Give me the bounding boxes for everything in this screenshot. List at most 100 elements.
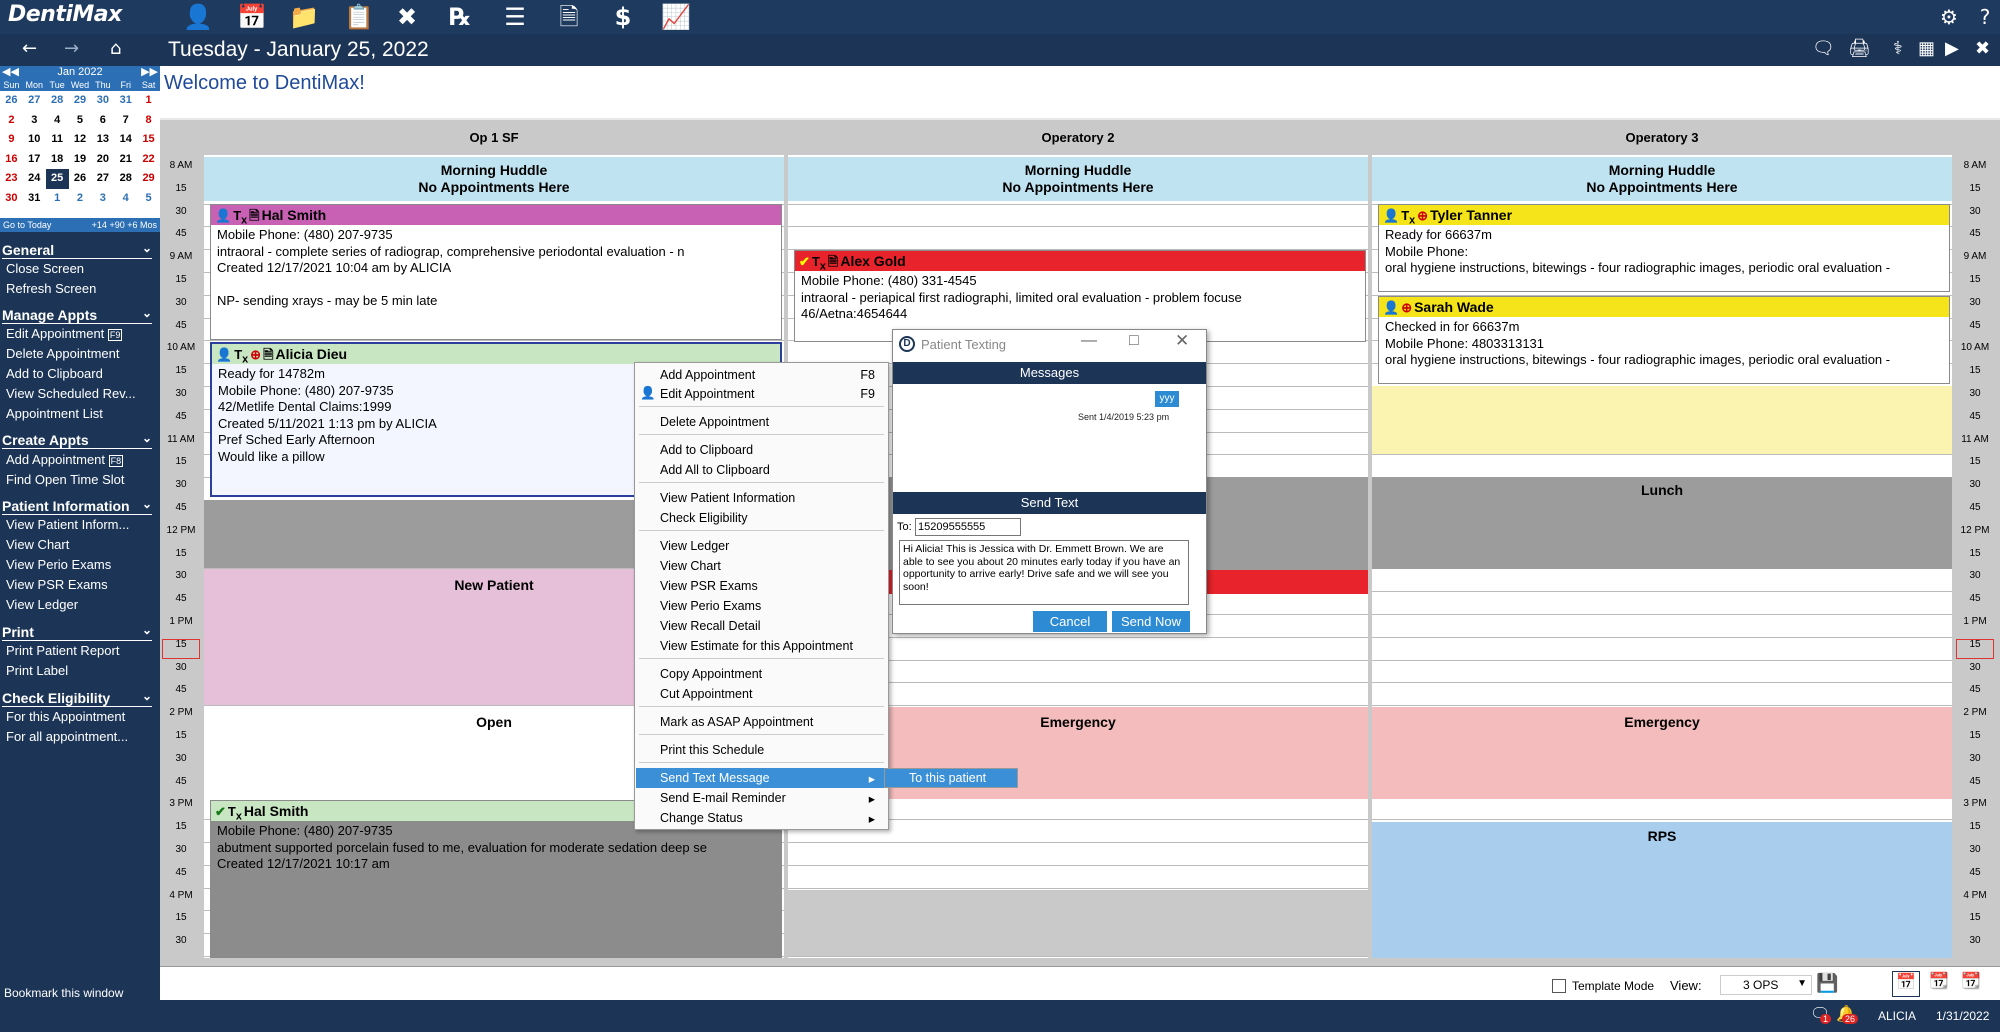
calendar-day-selected[interactable]: 25 xyxy=(45,169,69,189)
calendar-day[interactable]: 4 xyxy=(114,189,137,209)
calendar-day[interactable]: 31 xyxy=(114,91,137,111)
template-mode-checkbox[interactable] xyxy=(1552,979,1566,993)
menu-view-estimate[interactable]: View Estimate for this Appointment xyxy=(660,639,885,653)
menu-view-perio[interactable]: View Perio Exams xyxy=(660,599,885,613)
calendar-day[interactable]: 9 xyxy=(0,130,23,150)
calendar-day[interactable]: 13 xyxy=(91,130,114,150)
view-select[interactable]: 3 OPS ▼ xyxy=(1720,975,1812,995)
plus-14-link[interactable]: +14 xyxy=(92,220,107,230)
menu-add-appointment[interactable]: Add Appointment F8 xyxy=(660,368,885,382)
calendar-day[interactable]: 27 xyxy=(91,169,114,189)
section-patient-info[interactable]: Patient Information ⌄ xyxy=(2,497,152,515)
printer-icon[interactable]: 🖨 xyxy=(1848,38,1871,59)
folder-icon[interactable]: 📁 xyxy=(289,4,319,30)
view-scheduled-link[interactable]: View Scheduled Rev... xyxy=(6,386,136,401)
menu-view-ledger[interactable]: View Ledger xyxy=(660,539,885,553)
add-appointment-link[interactable]: Add Appointment F8 xyxy=(6,452,124,467)
eligibility-this-link[interactable]: For this Appointment xyxy=(6,709,125,724)
calendar-day[interactable]: 11 xyxy=(46,130,69,150)
close-icon[interactable]: ✕ xyxy=(1175,331,1189,351)
refresh-screen-link[interactable]: Refresh Screen xyxy=(6,281,96,296)
calendar-day[interactable]: 19 xyxy=(69,150,92,170)
tooth-icon[interactable]: ⚕ xyxy=(1893,38,1903,59)
menu-copy-appointment[interactable]: Copy Appointment xyxy=(660,667,885,681)
find-open-slot-link[interactable]: Find Open Time Slot xyxy=(6,472,125,487)
calendar-day[interactable]: 26 xyxy=(69,169,92,189)
menu-cut-appointment[interactable]: Cut Appointment xyxy=(660,687,885,701)
edit-appointment-link[interactable]: Edit Appointment F9 xyxy=(6,326,123,341)
phone-input[interactable] xyxy=(915,518,1021,536)
menu-check-eligibility[interactable]: Check Eligibility xyxy=(660,511,885,525)
calendar-day[interactable]: 30 xyxy=(0,189,23,209)
menu-send-email[interactable]: Send E-mail Reminder ▸ xyxy=(660,791,885,806)
calendar-day[interactable]: 7 xyxy=(114,111,137,131)
calendar-day[interactable]: 16 xyxy=(0,150,23,170)
close-icon[interactable]: ✖ xyxy=(1975,38,1990,59)
calendar-day[interactable]: 15 xyxy=(137,130,160,150)
view-psr-link[interactable]: View PSR Exams xyxy=(6,577,108,592)
back-arrow-icon[interactable]: ← xyxy=(22,38,37,59)
calendar-day[interactable]: 18 xyxy=(46,150,69,170)
calendar-day[interactable]: 28 xyxy=(114,169,137,189)
menu-mark-asap[interactable]: Mark as ASAP Appointment xyxy=(660,715,885,729)
calendar-day[interactable]: 24 xyxy=(23,169,46,189)
appointment-tyler-tanner[interactable]: 👤 Tx ⊕ Tyler Tanner Ready for 66637m Mobile … xyxy=(1378,204,1950,292)
menu-send-text[interactable]: Send Text Message ▸ xyxy=(660,771,885,786)
section-print[interactable]: Print ⌄ xyxy=(2,623,152,641)
eligibility-all-link[interactable]: For all appointment... xyxy=(6,729,128,744)
rps-block[interactable]: RPS xyxy=(1372,822,1952,958)
view-perio-link[interactable]: View Perio Exams xyxy=(6,557,111,572)
help-icon[interactable]: ? xyxy=(1970,4,2000,30)
chat-icon[interactable]: 🗨 xyxy=(1812,38,1835,59)
month-view-icon[interactable]: 📆 xyxy=(1958,971,1984,997)
plus-6-mos-link[interactable]: +6 Mos xyxy=(127,220,157,230)
menu-add-all-clipboard[interactable]: Add All to Clipboard xyxy=(660,463,885,477)
calendar-day[interactable]: 27 xyxy=(23,91,46,111)
calendar-day[interactable]: 4 xyxy=(46,111,69,131)
calendar-day[interactable]: 3 xyxy=(91,189,114,209)
menu-change-status[interactable]: Change Status ▸ xyxy=(660,811,885,826)
calendar-grid[interactable]: 26 27 28 29 30 31 1 2345678 9 10 11 12 13 14 15 16 17… xyxy=(0,91,160,208)
list-icon[interactable]: ☰ xyxy=(500,4,530,30)
print-report-link[interactable]: Print Patient Report xyxy=(6,643,119,658)
section-check-eligibility[interactable]: Check Eligibility ⌄ xyxy=(2,689,152,707)
day-view-icon[interactable]: 📅 xyxy=(1892,971,1920,997)
calendar-day[interactable]: 31 xyxy=(23,189,46,209)
calendar-day[interactable]: 5 xyxy=(137,189,160,209)
tools-icon[interactable]: ✖ xyxy=(392,4,422,30)
calendar-day[interactable]: 8 xyxy=(137,111,160,131)
calendar-day[interactable]: 29 xyxy=(69,91,92,111)
menu-view-chart[interactable]: View Chart xyxy=(660,559,885,573)
calendar-day[interactable]: 20 xyxy=(91,150,114,170)
calendar-day[interactable]: 5 xyxy=(69,111,92,131)
gear-icon[interactable]: ⚙ xyxy=(1934,4,1964,30)
calendar-day[interactable]: 6 xyxy=(91,111,114,131)
bookmark-link[interactable]: Bookmark this window xyxy=(4,986,123,1000)
message-textarea[interactable]: Hi Alicia! This is Jessica with Dr. Emme… xyxy=(899,540,1189,605)
delete-appointment-link[interactable]: Delete Appointment xyxy=(6,346,119,361)
save-icon[interactable]: 💾 xyxy=(1816,973,1838,994)
emergency-block-3[interactable]: Emergency xyxy=(1372,707,1952,799)
prev-month-icon[interactable]: ◀◀ xyxy=(2,66,19,79)
menu-view-patient-info[interactable]: View Patient Information xyxy=(660,491,885,505)
calendar-day[interactable]: 2 xyxy=(0,111,23,131)
minimize-icon[interactable]: — xyxy=(1081,332,1097,350)
section-create-appts[interactable]: Create Appts ⌄ xyxy=(2,431,152,449)
calendar-day[interactable]: 17 xyxy=(23,150,46,170)
calendar-day[interactable]: 22 xyxy=(137,150,160,170)
document-icon[interactable]: 🗎 xyxy=(554,4,584,30)
add-to-clipboard-link[interactable]: Add to Clipboard xyxy=(6,366,103,381)
calendar-day[interactable]: 30 xyxy=(91,91,114,111)
calendar-day[interactable]: 23 xyxy=(0,169,23,189)
section-general[interactable]: General ⌄ xyxy=(2,241,152,259)
go-to-today-link[interactable]: Go to Today xyxy=(3,218,51,232)
week-view-icon[interactable]: 📆 xyxy=(1926,971,1952,997)
menu-view-psr[interactable]: View PSR Exams xyxy=(660,579,885,593)
menu-print-schedule[interactable]: Print this Schedule xyxy=(660,743,885,757)
play-icon[interactable]: ▶ xyxy=(1945,38,1959,59)
appointment-sarah-wade[interactable]: 👤 ⊕ Sarah Wade Checked in for 66637m Mobile… xyxy=(1378,296,1950,384)
appointment-hal-smith[interactable]: 👤 Tx 🗎 Hal Smith Mobile Phone: (480) 207-97… xyxy=(210,204,782,340)
next-month-icon[interactable]: ▶▶ xyxy=(141,66,158,79)
print-label-link[interactable]: Print Label xyxy=(6,663,68,678)
calendar-day[interactable]: 21 xyxy=(114,150,137,170)
